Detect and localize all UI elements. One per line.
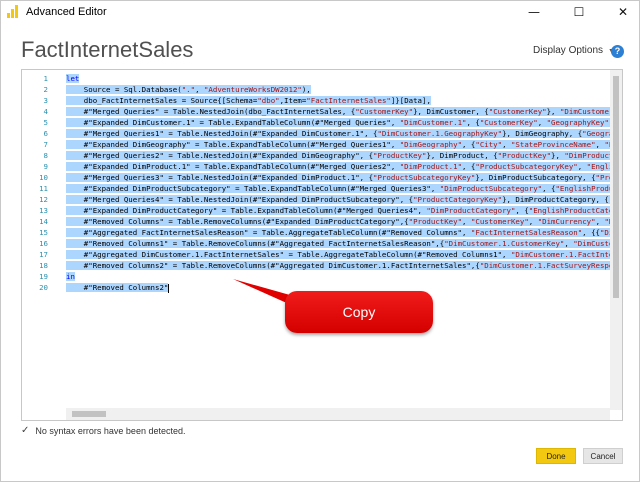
code-line-text: #"Removed Columns2" = Table.RemoveColumn… bbox=[66, 261, 610, 270]
line-number: 6 bbox=[43, 129, 48, 138]
line-number: 2 bbox=[43, 85, 48, 94]
line-number: 15 bbox=[39, 228, 48, 237]
line-number: 12 bbox=[39, 195, 48, 204]
code-line-text: #"Aggregated FactInternetSalesReason" = … bbox=[66, 228, 610, 237]
code-line[interactable]: let bbox=[66, 73, 80, 84]
code-line-text: #"Merged Queries3" = Table.NestedJoin(#"… bbox=[66, 173, 610, 182]
maximize-icon: ☐ bbox=[573, 5, 585, 19]
code-line-text: #"Expanded DimProduct.1" = Table.ExpandT… bbox=[66, 162, 610, 171]
code-line[interactable]: in bbox=[66, 271, 75, 282]
text-cursor bbox=[168, 283, 170, 293]
code-line[interactable]: #"Removed Columns" = Table.RemoveColumns… bbox=[66, 216, 610, 227]
code-line[interactable]: #"Merged Queries4" = Table.NestedJoin(#"… bbox=[66, 194, 610, 205]
help-icon[interactable]: ? bbox=[611, 45, 624, 58]
close-button[interactable]: ✕ bbox=[608, 1, 638, 23]
code-line-text: #"Merged Queries4" = Table.NestedJoin(#"… bbox=[66, 195, 610, 204]
maximize-button[interactable]: ☐ bbox=[564, 1, 594, 23]
line-number: 8 bbox=[43, 151, 48, 160]
line-number: 7 bbox=[43, 140, 48, 149]
line-number: 14 bbox=[39, 217, 48, 226]
line-number: 13 bbox=[39, 206, 48, 215]
code-line-text: dbo_FactInternetSales = Source{[Schema="… bbox=[66, 96, 431, 105]
code-line-text: #"Merged Queries1" = Table.NestedJoin(#"… bbox=[66, 129, 610, 138]
code-line[interactable]: #"Removed Columns2" bbox=[66, 282, 170, 293]
line-number: 9 bbox=[43, 162, 48, 171]
copy-callout: Copy bbox=[285, 291, 433, 333]
display-options-label: Display Options bbox=[533, 45, 604, 56]
code-line-text: let bbox=[66, 74, 80, 83]
line-number: 20 bbox=[39, 283, 48, 292]
code-line[interactable]: #"Aggregated DimCustomer.1.FactInternetS… bbox=[66, 249, 610, 260]
code-line[interactable]: #"Merged Queries3" = Table.NestedJoin(#"… bbox=[66, 172, 610, 183]
code-line[interactable]: #"Expanded DimProductCategory" = Table.E… bbox=[66, 205, 610, 216]
code-line-text: #"Removed Columns2" bbox=[66, 283, 169, 292]
horizontal-scrollbar[interactable] bbox=[66, 408, 610, 420]
checkmark-icon: ✓ bbox=[21, 425, 30, 436]
code-line[interactable]: #"Expanded DimProductSubcategory" = Tabl… bbox=[66, 183, 610, 194]
code-line[interactable]: #"Expanded DimProduct.1" = Table.ExpandT… bbox=[66, 161, 610, 172]
title-bar[interactable]: Advanced Editor — ☐ ✕ bbox=[1, 1, 639, 23]
minimize-button[interactable]: — bbox=[519, 1, 549, 23]
code-line[interactable]: #"Expanded DimGeography" = Table.ExpandT… bbox=[66, 139, 610, 150]
code-line[interactable]: #"Merged Queries" = Table.NestedJoin(dbo… bbox=[66, 106, 610, 117]
line-number: 17 bbox=[39, 250, 48, 259]
code-line-text: #"Aggregated DimCustomer.1.FactInternetS… bbox=[66, 250, 610, 259]
line-number: 16 bbox=[39, 239, 48, 248]
code-line-text: #"Expanded DimCustomer.1" = Table.Expand… bbox=[66, 118, 610, 127]
code-line[interactable]: #"Removed Columns2" = Table.RemoveColumn… bbox=[66, 260, 610, 271]
line-number-gutter: 1 2 3 4 5 6 7 8 9 10 11 12 13 14 15 16 17 18 19 20 bbox=[22, 70, 66, 420]
code-line-text: #"Merged Queries2" = Table.NestedJoin(#"… bbox=[66, 151, 610, 160]
line-number: 11 bbox=[39, 184, 48, 193]
code-line[interactable]: #"Expanded DimCustomer.1" = Table.Expand… bbox=[66, 117, 610, 128]
advanced-editor-window: Advanced Editor — ☐ ✕ FactInternetSales … bbox=[0, 0, 640, 482]
line-number: 5 bbox=[43, 118, 48, 127]
line-number: 18 bbox=[39, 261, 48, 270]
display-options-dropdown[interactable]: Display Options▼ bbox=[533, 45, 615, 56]
syntax-status-message: No syntax errors have been detected. bbox=[35, 425, 186, 436]
line-number: 1 bbox=[43, 74, 48, 83]
vertical-scroll-thumb[interactable] bbox=[613, 76, 619, 298]
code-line[interactable]: dbo_FactInternetSales = Source{[Schema="… bbox=[66, 95, 431, 106]
window-title: Advanced Editor bbox=[26, 6, 107, 18]
code-line-text: Source = Sql.Database(".", "AdventureWor… bbox=[66, 85, 311, 94]
code-line[interactable]: #"Merged Queries1" = Table.NestedJoin(#"… bbox=[66, 128, 610, 139]
code-line-text: #"Removed Columns1" = Table.RemoveColumn… bbox=[66, 239, 610, 248]
line-number: 10 bbox=[39, 173, 48, 182]
done-button[interactable]: Done bbox=[536, 448, 576, 464]
code-line[interactable]: #"Merged Queries2" = Table.NestedJoin(#"… bbox=[66, 150, 610, 161]
close-icon: ✕ bbox=[617, 5, 629, 19]
code-line-text: in bbox=[66, 272, 75, 281]
code-area[interactable]: let Source = Sql.Database(".", "Adventur… bbox=[66, 70, 610, 408]
code-line-text: #"Expanded DimGeography" = Table.ExpandT… bbox=[66, 140, 610, 149]
code-line-text: #"Expanded DimProductCategory" = Table.E… bbox=[66, 206, 610, 215]
code-line[interactable]: #"Removed Columns1" = Table.RemoveColumn… bbox=[66, 238, 610, 249]
code-line-text: #"Merged Queries" = Table.NestedJoin(dbo… bbox=[66, 107, 610, 116]
cancel-button[interactable]: Cancel bbox=[583, 448, 623, 464]
horizontal-scroll-thumb[interactable] bbox=[72, 411, 106, 417]
code-line[interactable]: Source = Sql.Database(".", "AdventureWor… bbox=[66, 84, 311, 95]
line-number: 19 bbox=[39, 272, 48, 281]
power-bi-icon bbox=[7, 5, 20, 18]
line-number: 4 bbox=[43, 107, 48, 116]
syntax-status: ✓ No syntax errors have been detected. bbox=[21, 425, 185, 436]
code-editor[interactable]: 1 2 3 4 5 6 7 8 9 10 11 12 13 14 15 16 17 18 19 20 let Sour… bbox=[21, 69, 623, 421]
code-line-text: #"Removed Columns" = Table.RemoveColumns… bbox=[66, 217, 610, 226]
query-name-title: FactInternetSales bbox=[21, 37, 194, 62]
vertical-scrollbar[interactable] bbox=[610, 70, 622, 410]
code-line-text: #"Expanded DimProductSubcategory" = Tabl… bbox=[66, 184, 610, 193]
minimize-icon: — bbox=[528, 5, 540, 19]
line-number: 3 bbox=[43, 96, 48, 105]
code-line[interactable]: #"Aggregated FactInternetSalesReason" = … bbox=[66, 227, 610, 238]
